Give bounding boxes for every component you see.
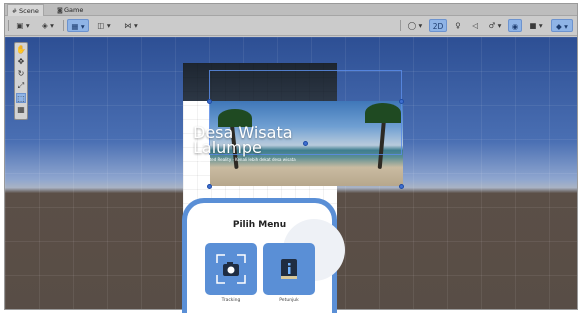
rotate-tool-icon[interactable]: ↻ (16, 69, 26, 79)
tab-scene-label: Scene (19, 7, 39, 15)
scene-toolbar: ▣ ▾ ◈ ▾ ▦ ▾ ◫ ▾ ⋈ ▾ ◯ ▾ 2D ♀ ◁ ♂ ▾ ◉ ■ ▾… (5, 16, 577, 36)
tracking-button[interactable] (205, 243, 257, 295)
camera-scan-icon (216, 254, 246, 284)
hidden-objects-toggle[interactable]: ◉ (508, 19, 522, 32)
tab-bar: # Scene ◙Game (5, 4, 577, 16)
tracking-label: Tracking (221, 298, 241, 303)
stats-dropdown[interactable]: ⋈ ▾ (119, 19, 143, 32)
petunjuk-label: Petunjuk (279, 298, 299, 303)
petunjuk-button[interactable] (263, 243, 315, 295)
resize-handle-tl[interactable] (207, 99, 212, 104)
2d-toggle-button[interactable]: 2D (429, 19, 447, 32)
banner-title-line2: Lalumpe (193, 138, 262, 157)
draw-mode-dropdown[interactable]: ◫ ▾ (93, 19, 115, 32)
render-mode-dropdown[interactable]: ◈ ▾ (37, 19, 59, 32)
banner-subtitle: Augmented Reality · Kenali lebih dekat d… (193, 157, 296, 162)
scale-tool-icon[interactable]: ⤢ (16, 81, 26, 91)
resize-handle-tr[interactable] (399, 99, 404, 104)
pivot-handle[interactable] (303, 141, 308, 146)
gizmos-dropdown[interactable]: ◆ ▾ (551, 19, 573, 32)
toolbar-divider (8, 20, 9, 31)
tool-palette: ✋ ✥ ↻ ⤢ ⬚ ▦ (14, 42, 28, 120)
camera-dropdown[interactable]: ■ ▾ (525, 19, 547, 32)
audio-toggle-button[interactable]: ◁ (468, 19, 482, 32)
resize-handle-br[interactable] (399, 184, 404, 189)
gizmo-toggle-button[interactable]: ▦ ▾ (67, 19, 89, 32)
move-tool-icon[interactable]: ✥ (16, 57, 26, 67)
info-book-icon (281, 259, 297, 279)
visibility-dropdown[interactable]: ◯ ▾ (404, 19, 426, 32)
menu-panel: Pilih Menu Tracking Petunjuk (182, 198, 345, 313)
toolbar-divider (63, 20, 64, 31)
tab-game[interactable]: ◙Game (53, 4, 87, 16)
tab-game-label: Game (64, 6, 84, 14)
toolbar-divider (400, 20, 401, 31)
hand-tool-icon[interactable]: ✋ (16, 45, 26, 55)
lighting-toggle-button[interactable]: ♀ (451, 19, 465, 32)
resize-handle-bl[interactable] (207, 184, 212, 189)
rect-tool-icon[interactable]: ⬚ (16, 93, 26, 103)
transform-tool-icon[interactable]: ▦ (16, 105, 26, 115)
effects-dropdown[interactable]: ♂ ▾ (485, 19, 505, 32)
shading-mode-dropdown[interactable]: ▣ ▾ (12, 19, 34, 32)
tab-scene[interactable]: # Scene (7, 4, 44, 16)
menu-title: Pilih Menu (232, 220, 287, 230)
